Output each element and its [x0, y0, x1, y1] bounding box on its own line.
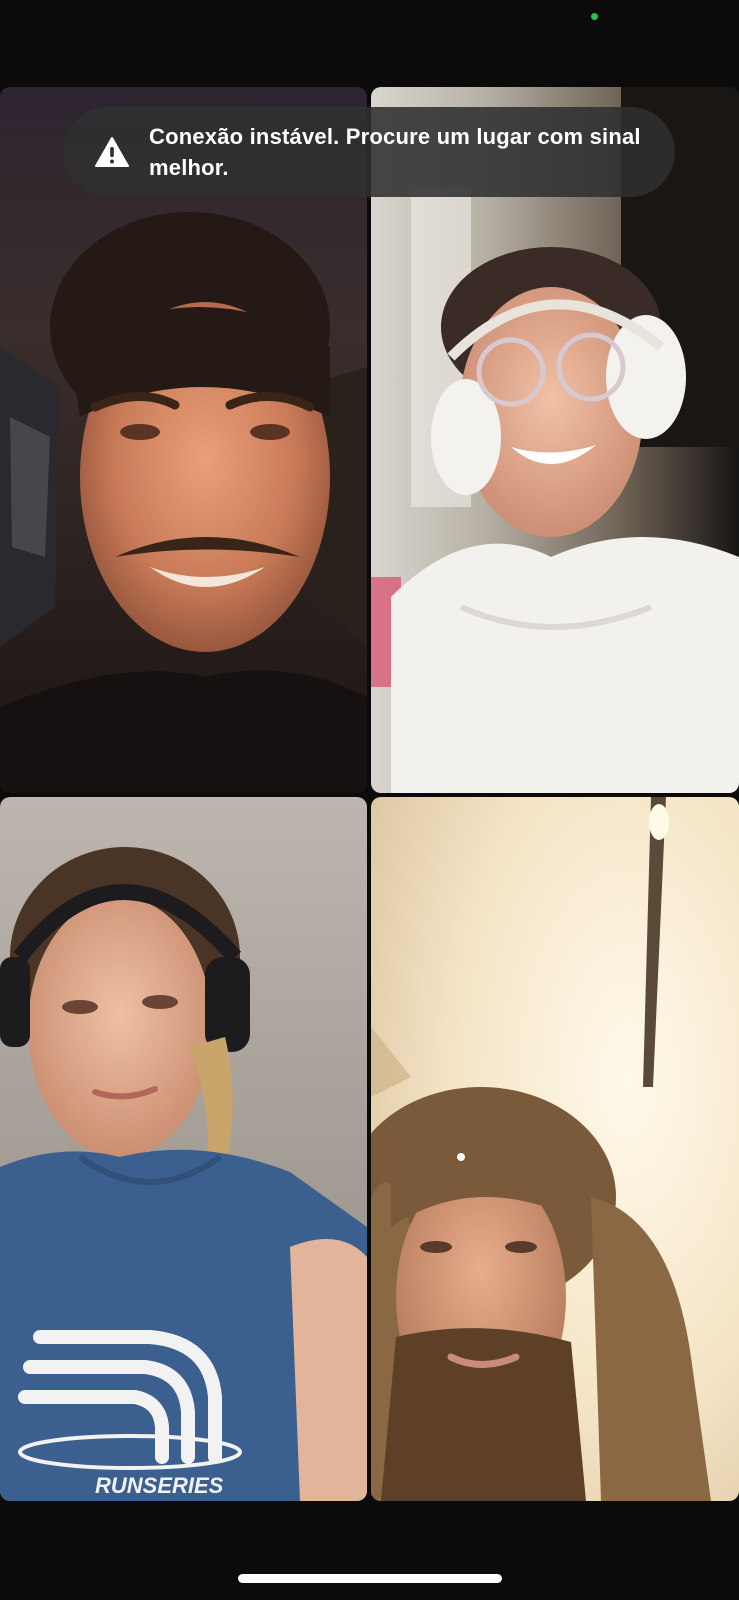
toast-message: Conexão instável. Procure um lugar com s…	[149, 124, 641, 180]
warning-triangle-icon	[95, 137, 129, 167]
shirt-print-text: RUNSERIES	[95, 1473, 224, 1498]
camera-in-use-indicator	[591, 13, 598, 20]
unstable-connection-toast: Conexão instável. Procure um lugar com s…	[63, 107, 675, 197]
home-indicator[interactable]	[238, 1574, 502, 1583]
participant-video-feed	[371, 797, 739, 1501]
video-call-screen: RUNSERIES Conexão instável. Procure um l…	[0, 0, 739, 1600]
participant-video-tile-4[interactable]	[371, 797, 739, 1501]
participant-video-tile-3[interactable]: RUNSERIES	[0, 797, 367, 1501]
participant-video-feed: RUNSERIES	[0, 797, 367, 1501]
